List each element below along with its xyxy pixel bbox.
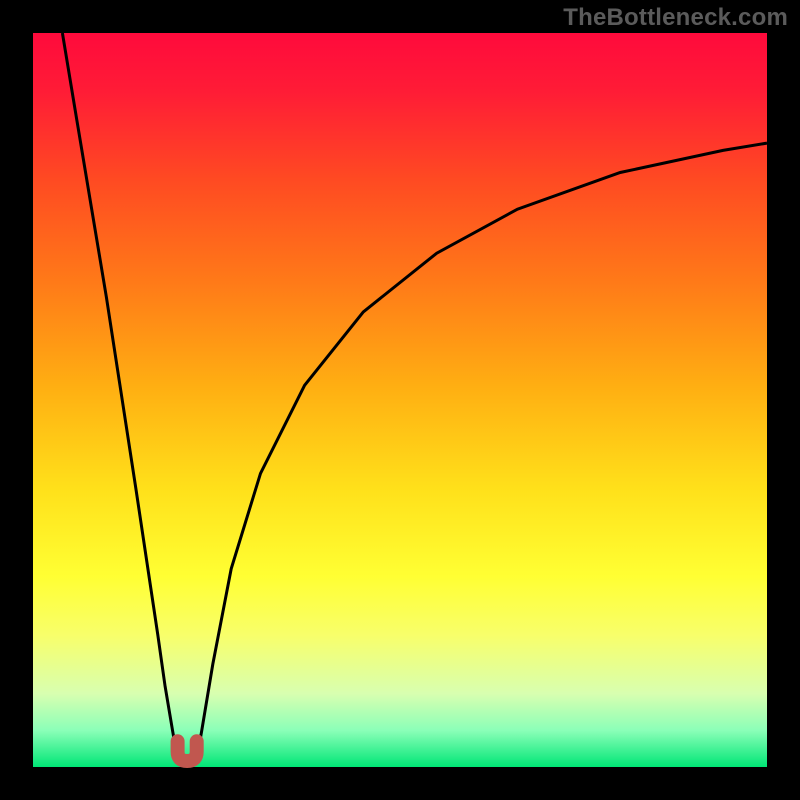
bottleneck-chart — [0, 0, 800, 800]
plot-background — [33, 33, 767, 767]
watermark-text: TheBottleneck.com — [563, 4, 788, 32]
chart-frame: TheBottleneck.com — [0, 0, 800, 800]
